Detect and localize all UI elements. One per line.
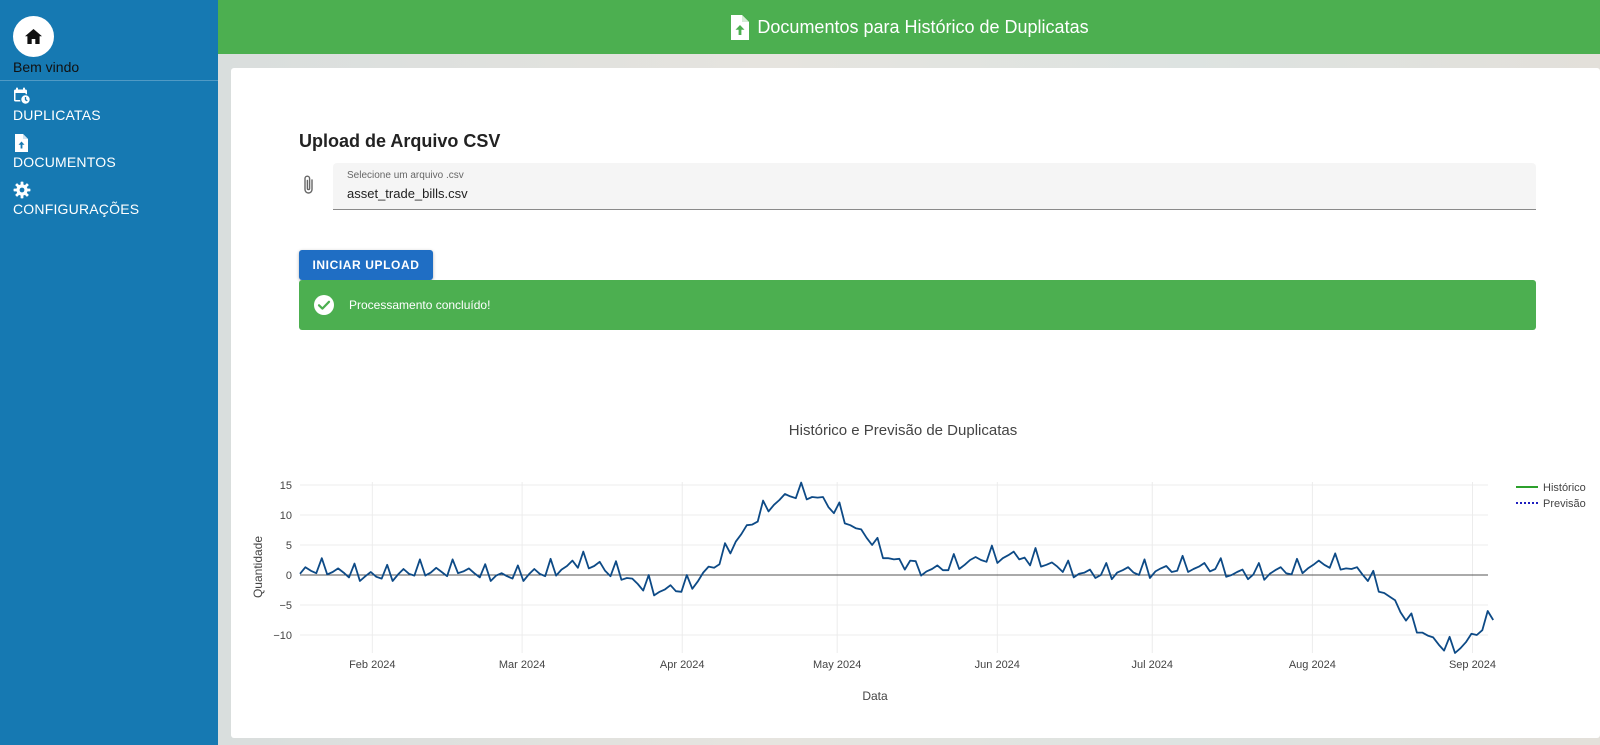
x-tick-label: Mar 2024 <box>499 659 545 671</box>
history-forecast-chart: Histórico e Previsão de Duplicatas Feb 20… <box>251 422 1586 703</box>
y-tick-label: 5 <box>286 540 292 552</box>
sidebar-item-label: DOCUMENTOS <box>13 154 116 170</box>
sidebar-item-duplicatas[interactable]: DUPLICATAS <box>13 87 101 123</box>
welcome-label: Bem vindo <box>13 59 80 75</box>
x-tick-label: Jul 2024 <box>1131 659 1173 671</box>
home-icon <box>25 29 42 44</box>
sidebar-item-documentos[interactable]: DOCUMENTOS <box>13 134 116 170</box>
file-upload-icon <box>731 14 750 40</box>
x-axis-label: Data <box>862 689 888 703</box>
legend-label: Histórico <box>1543 482 1586 494</box>
chart-title: Histórico e Previsão de Duplicatas <box>789 422 1017 439</box>
y-tick-label: −10 <box>273 630 292 642</box>
legend-label: Previsão <box>1543 498 1586 510</box>
main-card: Upload de Arquivo CSV Selecione um arqui… <box>231 68 1600 738</box>
x-tick-label: Feb 2024 <box>349 659 395 671</box>
y-tick-label: 0 <box>286 570 292 582</box>
sidebar-item-label: CONFIGURAÇÕES <box>13 201 140 217</box>
gear-icon <box>13 181 31 199</box>
sidebar: Bem vindo DUPLICATAS DOCUMENTOS CONFIGUR… <box>0 0 218 745</box>
x-tick-label: May 2024 <box>813 659 861 671</box>
file-upload-icon <box>15 134 28 152</box>
y-tick-label: 10 <box>280 510 292 522</box>
x-tick-label: Aug 2024 <box>1289 659 1336 671</box>
sidebar-item-configuracoes[interactable]: CONFIGURAÇÕES <box>13 181 139 217</box>
home-button-wrapper <box>13 16 54 57</box>
sidebar-divider <box>0 80 218 81</box>
app-header: Documentos para Histórico de Duplicatas <box>218 0 1600 54</box>
x-tick-label: Apr 2024 <box>660 659 705 671</box>
historico-series-line <box>299 481 1494 654</box>
page-title: Documentos para Histórico de Duplicatas <box>757 16 1089 37</box>
sidebar-item-label: DUPLICATAS <box>13 107 101 123</box>
home-button[interactable] <box>13 16 54 57</box>
x-tick-label: Sep 2024 <box>1449 659 1496 671</box>
y-axis-label: Quantidade <box>251 536 265 598</box>
calendar-clock-icon <box>14 87 31 105</box>
y-tick-label: 15 <box>280 480 292 492</box>
x-tick-label: Jun 2024 <box>975 659 1020 671</box>
y-tick-label: −5 <box>279 600 292 612</box>
